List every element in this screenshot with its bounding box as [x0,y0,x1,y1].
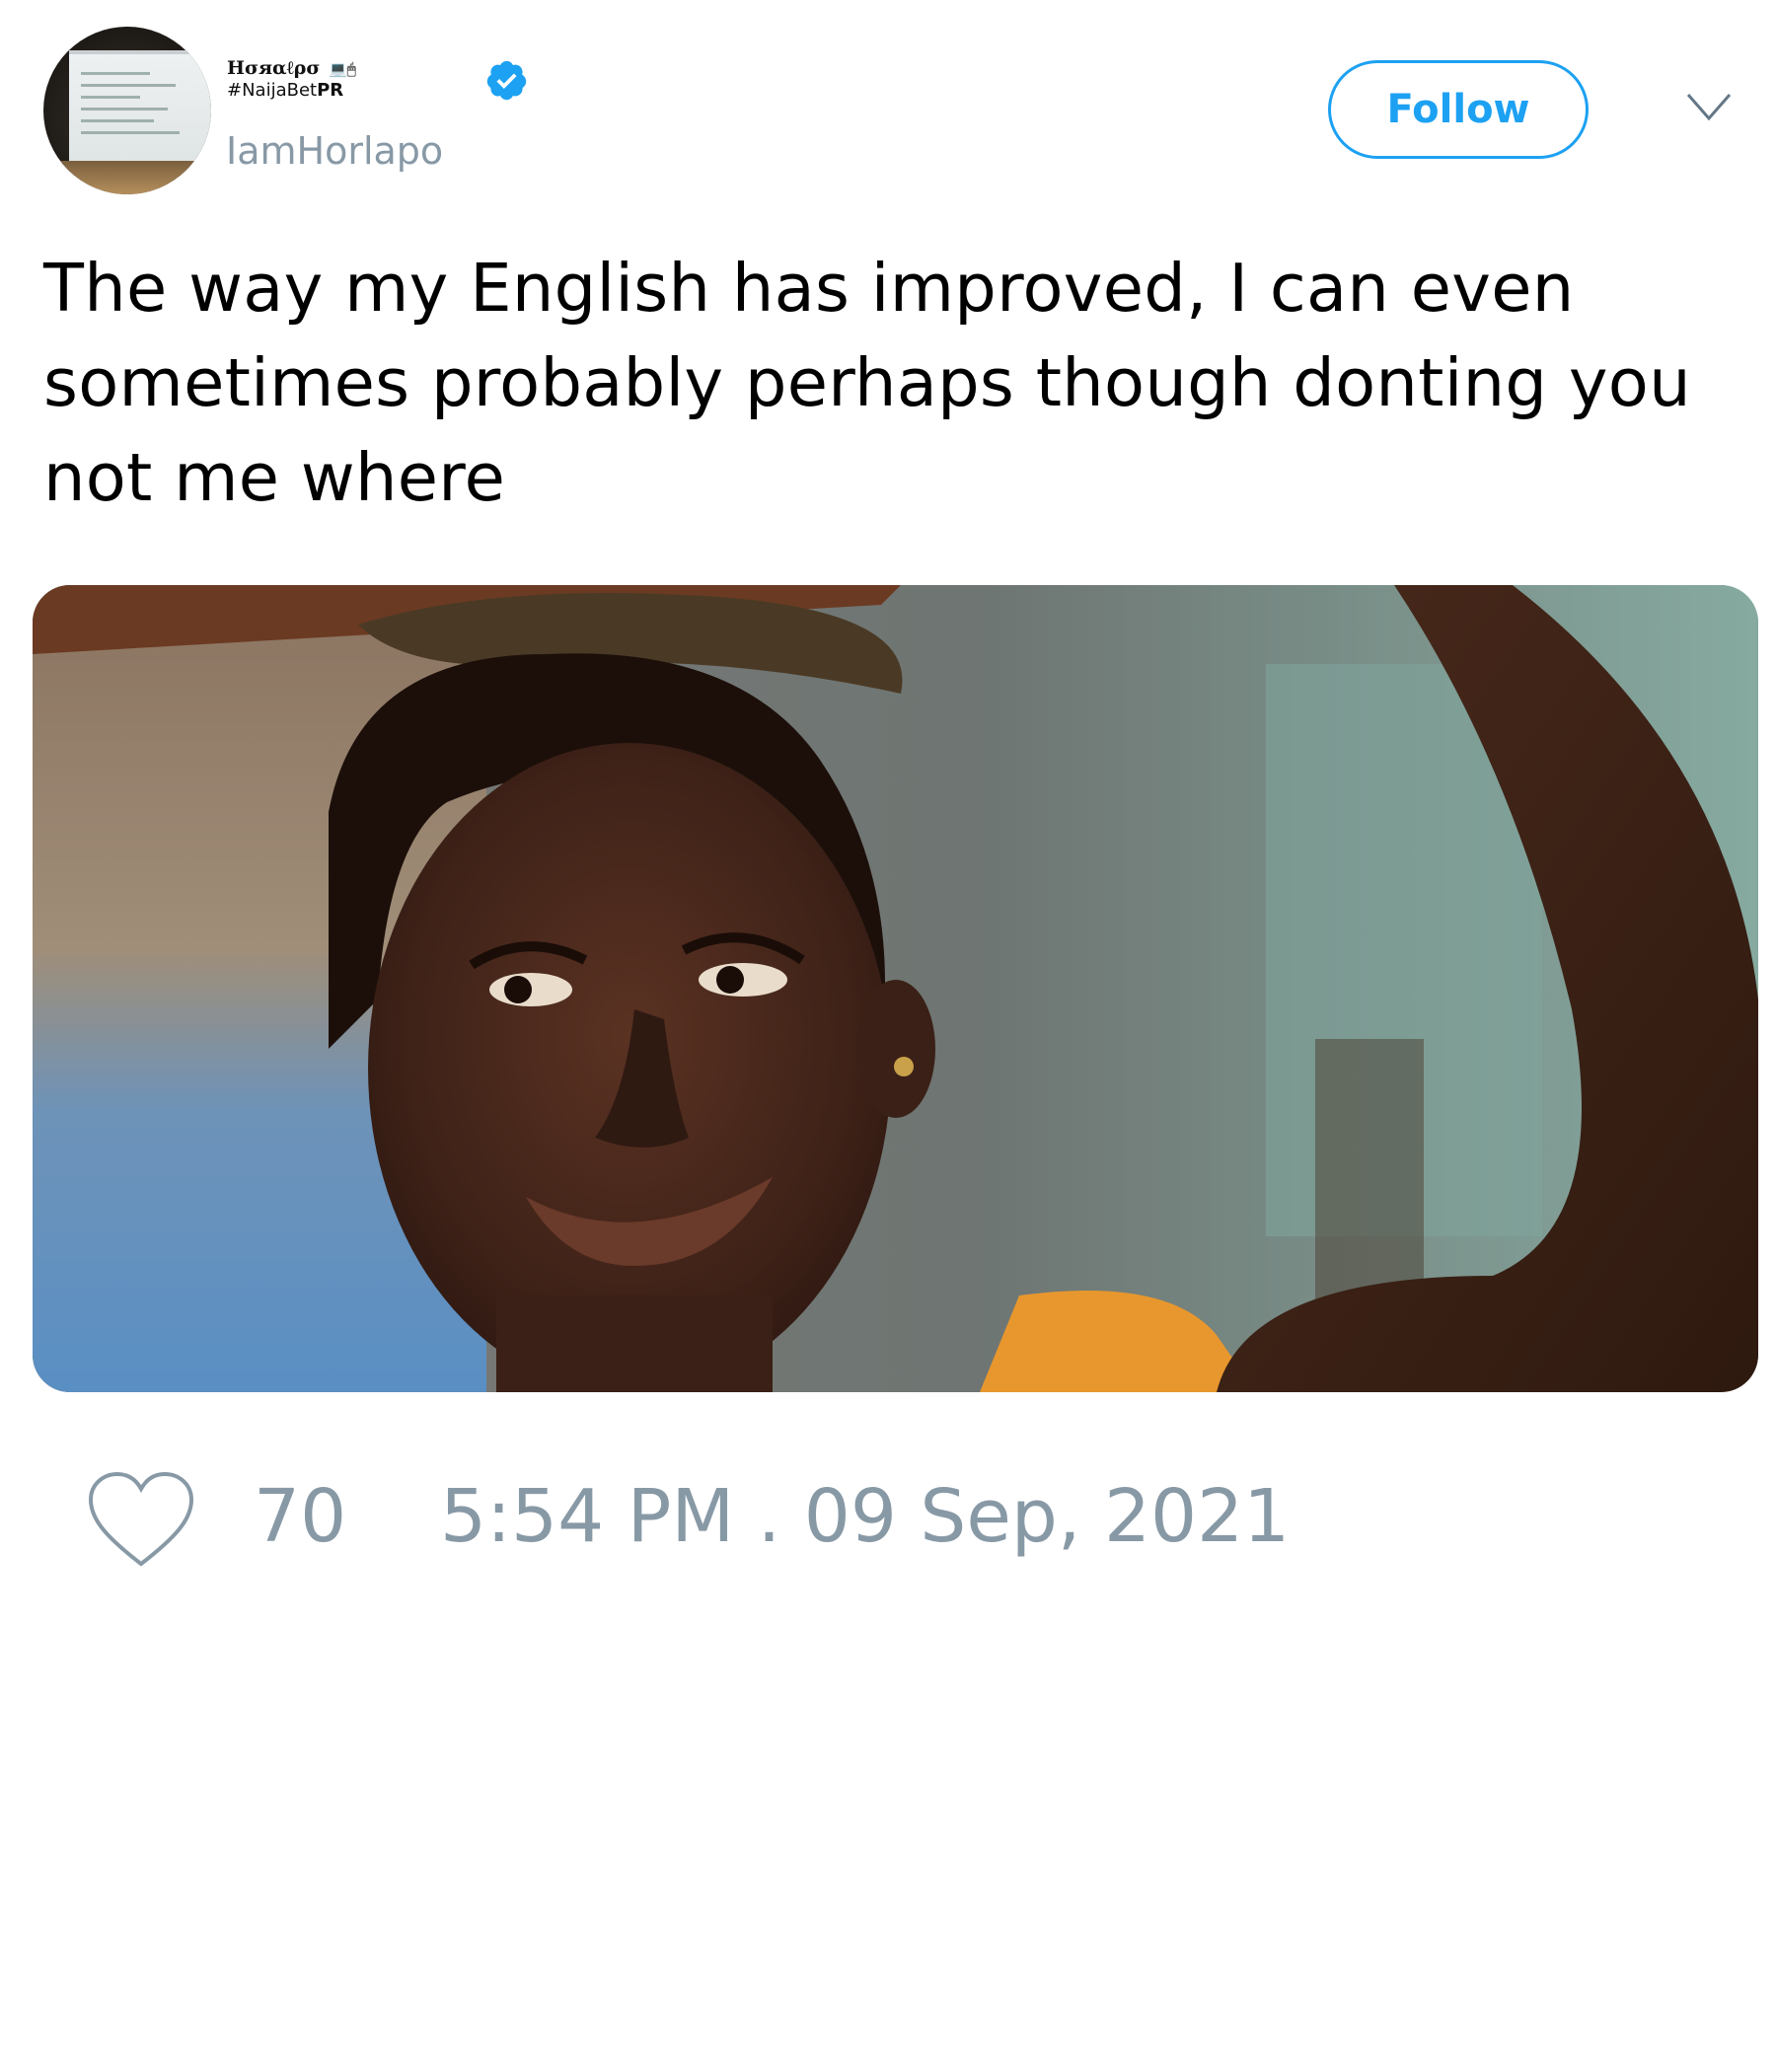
tweet-text: The way my English has improved, I can e… [43,250,1691,516]
heart-icon[interactable] [87,1470,195,1569]
chevron-down-icon[interactable] [1685,91,1733,124]
tweet-timestamp[interactable]: 5:54 PM . 09 Sep, 2021 [440,1472,1290,1561]
verified-badge-icon [486,60,527,101]
author-name-emoji: 💻🖱 [329,60,356,78]
tweet-card: Hσяαℓρσ 💻🖱 #NaijaBetPR IamHorlapo Follow… [0,0,1776,2072]
author-hashtag[interactable]: #NaijaBetPR [227,80,343,102]
author-hashtag-suffix: PR [317,80,344,101]
like-count: 70 [254,1474,347,1559]
follow-button[interactable]: Follow [1328,60,1589,159]
tweet-media-image[interactable] [33,585,1758,1392]
author-hashtag-prefix: #NaijaBet [227,80,318,101]
avatar-image-desk [43,161,211,194]
avatar-image-screen [69,50,211,165]
author-handle[interactable]: IamHorlapo [226,129,443,173]
avatar[interactable] [43,27,211,194]
media-illustration [33,585,1758,1392]
author-display-name-text: Hσяαℓρσ [227,57,321,79]
author-display-name[interactable]: Hσяαℓρσ 💻🖱 [227,57,356,80]
